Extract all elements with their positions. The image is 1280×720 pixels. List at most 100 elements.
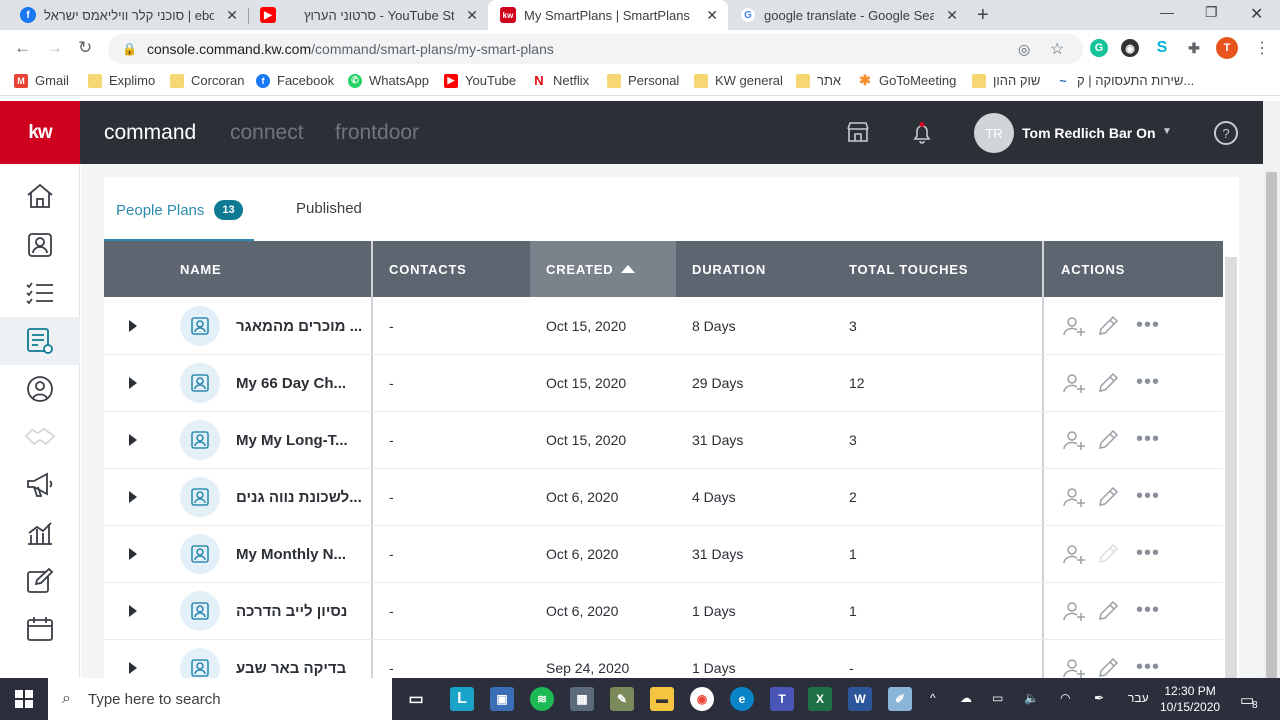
close-icon[interactable]: ✕: [226, 7, 238, 24]
more-options-icon[interactable]: •••: [1136, 485, 1160, 508]
edit-pencil-icon[interactable]: [1097, 315, 1119, 342]
new-tab-button[interactable]: +: [977, 4, 989, 27]
more-options-icon[interactable]: •••: [1136, 371, 1160, 394]
page-scrollbar-thumb[interactable]: [1266, 172, 1277, 678]
file-explorer-icon[interactable]: ▬: [650, 687, 674, 711]
expand-caret-icon[interactable]: [129, 605, 137, 617]
expand-caret-icon[interactable]: [129, 434, 137, 446]
bookmark-folder[interactable]: Corcoran: [170, 73, 244, 88]
help-icon[interactable]: ?: [1214, 121, 1238, 145]
column-header-created[interactable]: CREATED: [530, 241, 676, 297]
paint-icon[interactable]: ✎: [610, 687, 634, 711]
sidebar-item-insights[interactable]: [0, 509, 80, 557]
bookmark-folder[interactable]: אתר: [796, 73, 841, 88]
close-window-icon[interactable]: ✕: [1250, 4, 1263, 24]
bookmark-netflix[interactable]: N Netflix: [532, 73, 589, 88]
column-header-contacts[interactable]: CONTACTS: [389, 241, 467, 297]
close-icon[interactable]: ✕: [466, 7, 478, 24]
edit-pencil-icon[interactable]: [1097, 429, 1119, 456]
tray-chevron-icon[interactable]: ^: [930, 691, 936, 705]
bookmark-folder[interactable]: Personal: [607, 73, 679, 88]
app-l-icon[interactable]: L: [450, 687, 474, 711]
sidebar-item-tasks[interactable]: [0, 269, 80, 317]
more-options-icon[interactable]: •••: [1136, 314, 1160, 337]
language-indicator[interactable]: עבר: [1128, 691, 1149, 705]
plan-name[interactable]: My Monthly N...: [236, 546, 364, 563]
bookmark-youtube[interactable]: ▶ YouTube: [444, 73, 516, 88]
taskbar-search-input[interactable]: ⌕ Type here to search: [48, 678, 392, 720]
url-field[interactable]: 🔒 console.command.kw.com/command/smart-p…: [108, 34, 1083, 64]
more-options-icon[interactable]: •••: [1136, 542, 1160, 565]
plan-name[interactable]: נסיון לייב הדרכה: [236, 603, 364, 620]
add-person-icon[interactable]: [1062, 315, 1086, 342]
sidebar-item-designs[interactable]: [0, 557, 80, 605]
sidebar-item-marketing[interactable]: [0, 461, 80, 509]
more-options-icon[interactable]: •••: [1136, 656, 1160, 678]
user-avatar[interactable]: TR: [974, 113, 1014, 153]
sidebar-item-home[interactable]: [0, 172, 80, 220]
menu-kebab-icon[interactable]: ⋮: [1254, 38, 1270, 58]
close-icon[interactable]: ✕: [946, 7, 958, 24]
restore-icon[interactable]: ❐: [1205, 4, 1218, 21]
plan-name[interactable]: בדיקה באר שבע: [236, 660, 364, 677]
table-row[interactable]: My Monthly N... - Oct 6, 2020 31 Days 1 •••: [104, 526, 1223, 583]
plan-name[interactable]: My My Long-T...: [236, 432, 364, 449]
table-row[interactable]: בדיקה באר שבע - Sep 24, 2020 1 Days - •••: [104, 640, 1223, 678]
column-header-duration[interactable]: DURATION: [692, 241, 766, 297]
clock[interactable]: 12:30 PM 10/15/2020: [1160, 683, 1220, 715]
bookmark-whatsapp[interactable]: ✆ WhatsApp: [348, 73, 429, 88]
excel-icon[interactable]: X: [808, 687, 832, 711]
word-icon[interactable]: W: [848, 687, 872, 711]
bookmark-gmail[interactable]: M Gmail: [14, 73, 69, 88]
bookmark-folder[interactable]: שוק ההון: [972, 73, 1040, 88]
windows-start-icon[interactable]: [15, 690, 33, 713]
add-person-icon[interactable]: [1062, 657, 1086, 678]
tab-people-plans[interactable]: People Plans 13: [116, 200, 243, 220]
more-options-icon[interactable]: •••: [1136, 428, 1160, 451]
s-extension-icon[interactable]: S: [1153, 39, 1171, 57]
expand-caret-icon[interactable]: [129, 320, 137, 332]
task-view-icon[interactable]: ▭: [404, 687, 428, 711]
edit-pencil-icon[interactable]: [1097, 657, 1119, 678]
more-options-icon[interactable]: •••: [1136, 599, 1160, 622]
edge-icon[interactable]: e: [730, 687, 754, 711]
sidebar-item-calendar[interactable]: [0, 605, 80, 653]
sidebar-item-contacts[interactable]: [0, 221, 80, 269]
bookmark-folder[interactable]: KW general: [694, 73, 783, 88]
nav-command[interactable]: command: [104, 121, 196, 145]
battery-icon[interactable]: ▭: [992, 691, 1003, 705]
add-person-icon[interactable]: [1062, 372, 1086, 399]
sidebar-item-opportunities[interactable]: [0, 365, 80, 413]
expand-caret-icon[interactable]: [129, 548, 137, 560]
wifi-icon[interactable]: ◠: [1060, 691, 1070, 705]
table-row[interactable]: מוכרים מהמאגר ... - Oct 15, 2020 8 Days 3 •••: [104, 298, 1223, 355]
teams-icon[interactable]: T: [770, 687, 794, 711]
sidebar-item-referrals[interactable]: [0, 413, 80, 461]
spotify-icon[interactable]: ≋: [530, 687, 554, 711]
browser-tab[interactable]: G google translate - Google Search ✕: [728, 0, 968, 30]
onedrive-icon[interactable]: ☁: [960, 691, 972, 705]
table-scrollbar[interactable]: [1225, 257, 1237, 678]
store-icon[interactable]: [846, 121, 870, 148]
edit-pencil-icon[interactable]: [1097, 372, 1119, 399]
nav-frontdoor[interactable]: frontdoor: [335, 121, 419, 145]
table-row[interactable]: My 66 Day Ch... - Oct 15, 2020 29 Days 12 •••: [104, 355, 1223, 412]
bookmark-employment[interactable]: ~ שירות התעסוקה | ק...: [1056, 73, 1194, 88]
bookmark-folder[interactable]: Explimo: [88, 73, 155, 88]
expand-caret-icon[interactable]: [129, 662, 137, 674]
profile-avatar[interactable]: T: [1216, 37, 1238, 59]
edit-pencil-icon[interactable]: [1097, 486, 1119, 513]
reload-icon[interactable]: ↻: [78, 38, 92, 58]
add-person-icon[interactable]: [1062, 486, 1086, 513]
add-person-icon[interactable]: [1062, 543, 1086, 570]
app-icon[interactable]: ▣: [490, 687, 514, 711]
sidebar-item-smartplans[interactable]: [0, 317, 80, 365]
chrome-icon[interactable]: ◉: [690, 687, 714, 711]
bookmark-gotomeeting[interactable]: ✱ GoToMeeting: [858, 72, 956, 88]
browser-tab[interactable]: ▶ סרטוני הערוץ - YouTube Studio ✕: [248, 0, 488, 30]
bookmark-facebook[interactable]: f Facebook: [256, 73, 334, 88]
plan-name[interactable]: לשכונת נווה גנים...: [236, 489, 364, 506]
add-person-icon[interactable]: [1062, 429, 1086, 456]
star-icon[interactable]: ☆: [1050, 39, 1064, 59]
plan-name[interactable]: מוכרים מהמאגר ...: [236, 318, 364, 335]
